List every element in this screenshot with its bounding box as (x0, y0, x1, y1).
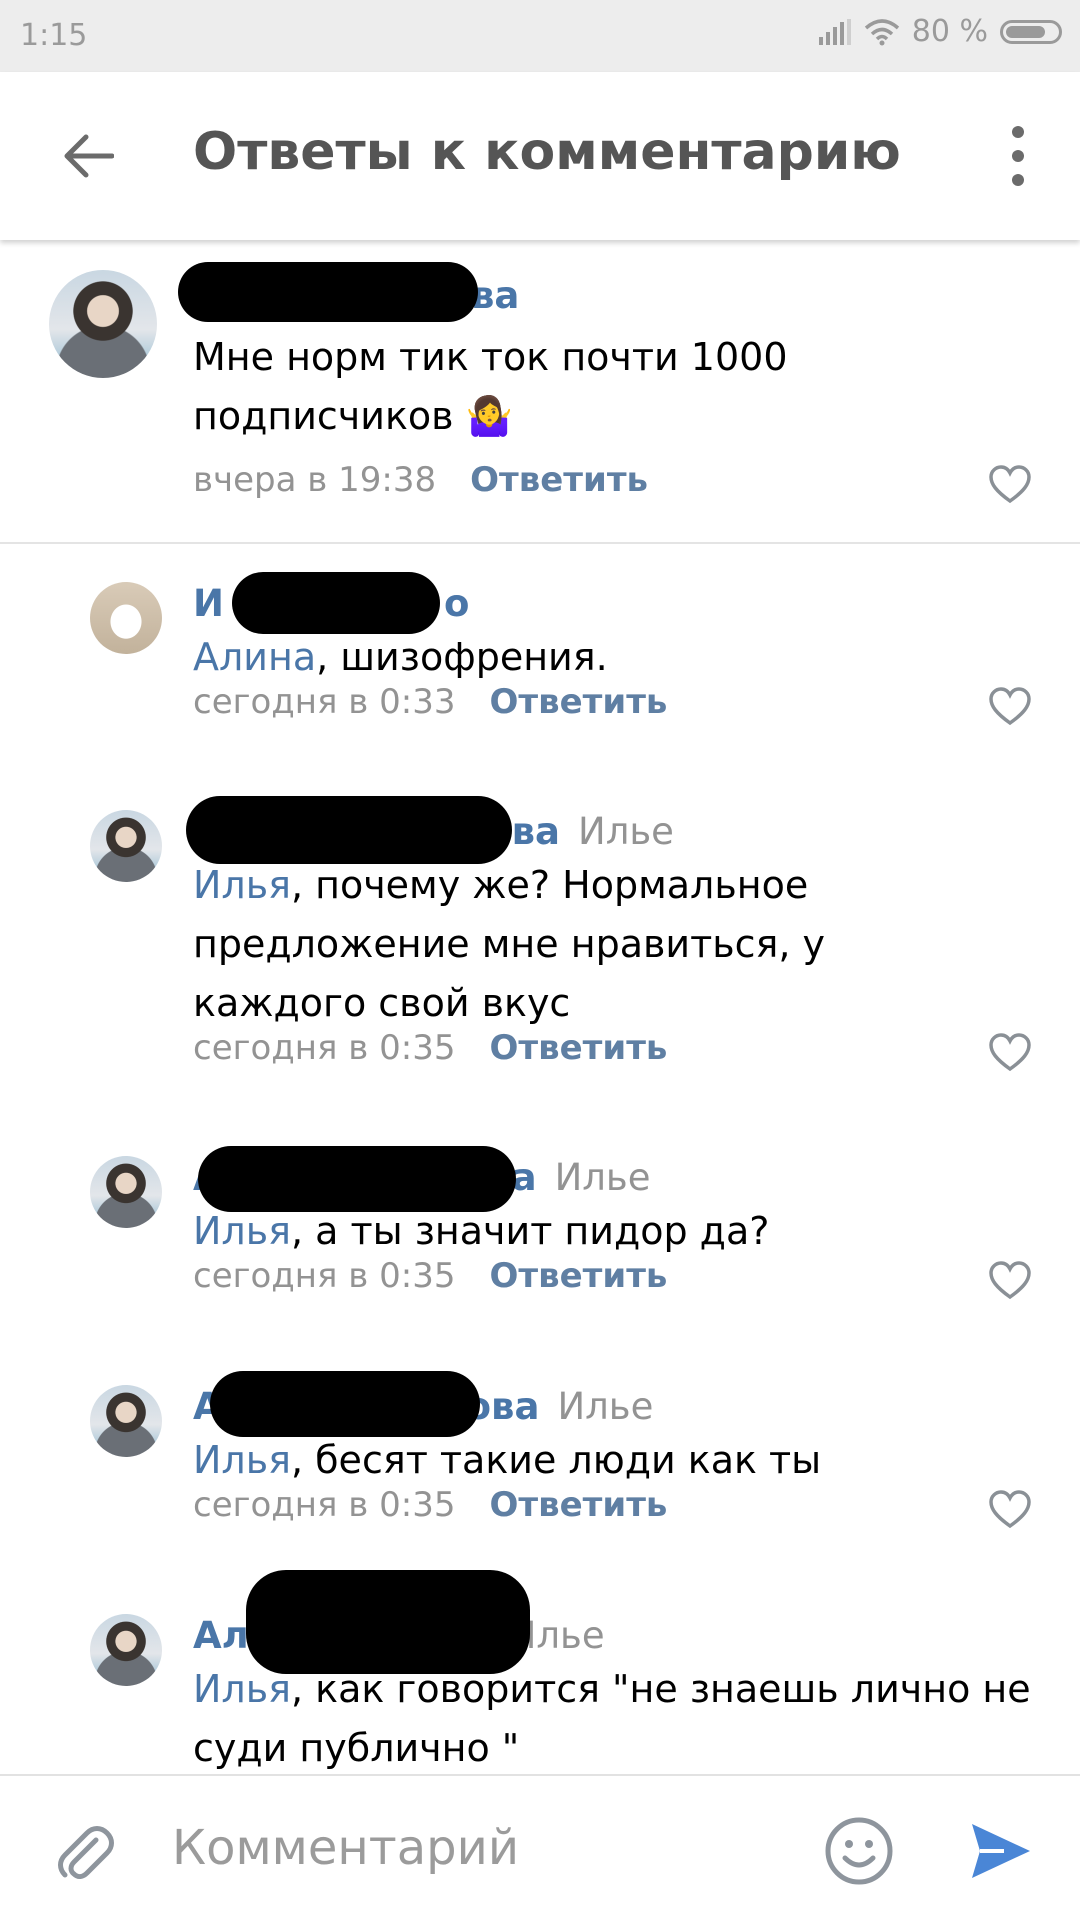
paperclip-icon[interactable] (52, 1820, 116, 1884)
comment-composer: Комментарий (0, 1774, 1080, 1922)
app-bar: Ответы к комментарию (0, 72, 1080, 240)
comment-time: сегодня в 0:35 (193, 1485, 456, 1525)
mention-link[interactable]: Илья (193, 863, 291, 907)
avatar[interactable] (90, 810, 162, 882)
redaction (232, 572, 440, 634)
comment-time: вчера в 19:38 (193, 460, 437, 500)
comment-time: сегодня в 0:33 (193, 682, 456, 722)
mention-link[interactable]: Алина (193, 635, 316, 679)
send-icon[interactable] (968, 1818, 1034, 1884)
comment-text: Илья, как говорится "не знаешь лично не … (193, 1667, 1031, 1770)
reply-comment: АваИлье Илья, почему же? Нормальное пред… (0, 796, 1080, 1122)
reply-comment: Ио Алина, шизофрения. сегодня в 0:33 Отве… (0, 562, 1080, 782)
back-button[interactable] (56, 124, 120, 188)
redaction (178, 262, 478, 322)
battery-icon (1000, 19, 1062, 44)
reply-button[interactable]: Ответить (489, 1485, 667, 1525)
page-title: Ответы к комментарию (193, 122, 901, 182)
comment-text: Илья, почему же? Нормальное предложение … (193, 863, 826, 1025)
redaction (210, 1371, 480, 1437)
comment-text: Алина, шизофрения. (193, 635, 608, 679)
battery-percent: 80 % (911, 14, 988, 49)
heart-icon[interactable] (988, 686, 1032, 726)
reply-comment: Аова Илье Илья, бесят такие люди как ты с… (0, 1371, 1080, 1582)
comment-time: сегодня в 0:35 (193, 1256, 456, 1296)
reply-button[interactable]: Ответить (489, 682, 667, 722)
comment-meta: сегодня в 0:35 Ответить (193, 1485, 667, 1525)
signal-icon (818, 18, 852, 45)
reply-button[interactable]: Ответить (489, 1256, 667, 1296)
comment-text: Илья, бесят такие люди как ты (193, 1438, 822, 1482)
redaction (246, 1570, 530, 1674)
reply-comment: Алина КоаИлье Илья, как говорится "не зн… (0, 1570, 1080, 1772)
smile-icon[interactable] (824, 1816, 894, 1886)
avatar[interactable] (90, 1156, 162, 1228)
comments-list[interactable]: ва Мне норм тик ток почти 1000 подписчик… (0, 240, 1080, 1772)
status-bar: 1:15 80 % (0, 0, 1080, 72)
avatar[interactable] (90, 1614, 162, 1686)
more-menu-button[interactable] (1000, 120, 1036, 192)
comment-meta: вчера в 19:38 Ответить (193, 460, 648, 500)
heart-icon[interactable] (988, 1032, 1032, 1072)
status-time: 1:15 (20, 18, 88, 53)
divider (0, 542, 1080, 544)
reply-button[interactable]: Ответить (489, 1028, 667, 1068)
avatar[interactable] (90, 582, 162, 654)
comment-meta: сегодня в 0:33 Ответить (193, 682, 667, 722)
avatar[interactable] (49, 270, 157, 378)
heart-icon[interactable] (988, 1489, 1032, 1529)
mention-link[interactable]: Илья (193, 1209, 291, 1253)
parent-comment: ва Мне норм тик ток почти 1000 подписчик… (0, 240, 1080, 545)
mention-link[interactable]: Илья (193, 1667, 291, 1711)
comment-input[interactable]: Комментарий (172, 1820, 519, 1876)
comment-meta: сегодня в 0:35 Ответить (193, 1028, 667, 1068)
avatar[interactable] (90, 1385, 162, 1457)
comment-time: сегодня в 0:35 (193, 1028, 456, 1068)
wifi-icon (864, 18, 900, 46)
reply-button[interactable]: Ответить (470, 460, 648, 500)
status-icons: 80 % (818, 14, 1062, 49)
more-vertical-icon (1012, 126, 1024, 138)
redaction (186, 796, 512, 864)
comment-text: Мне норм тик ток почти 1000 подписчиков … (193, 335, 788, 438)
reply-comment: АаИлье Илья, а ты значит пидор да? сегод… (0, 1146, 1080, 1353)
heart-icon[interactable] (988, 1260, 1032, 1300)
mention-link[interactable]: Илья (193, 1438, 291, 1482)
arrow-left-icon (64, 134, 114, 178)
comment-text: Илья, а ты значит пидор да? (193, 1209, 770, 1253)
comment-meta: сегодня в 0:35 Ответить (193, 1256, 667, 1296)
heart-icon[interactable] (988, 464, 1032, 504)
